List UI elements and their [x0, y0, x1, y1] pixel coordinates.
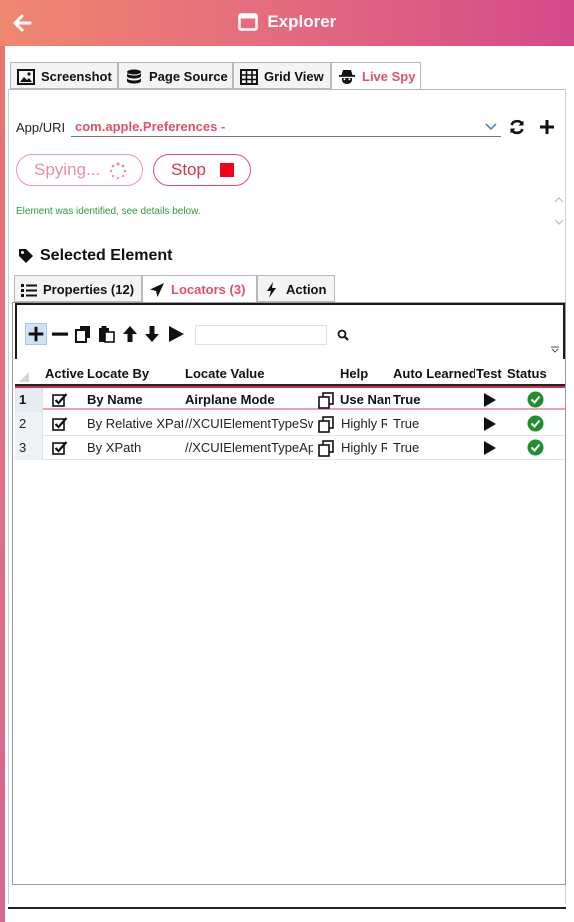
- app-uri-label: App/URI: [16, 120, 66, 135]
- paste-icon[interactable]: [97, 325, 115, 343]
- row-number: 1: [15, 388, 43, 412]
- scroll-down-icon[interactable]: [554, 218, 564, 226]
- tab-page-source-label: Page Source: [149, 69, 228, 85]
- help-cell: Highly Recommended: [341, 416, 387, 431]
- bottom-divider: [8, 907, 566, 909]
- row-number: 2: [15, 412, 43, 436]
- tab-page-source[interactable]: Page Source: [118, 62, 233, 89]
- table-row[interactable]: 2 By Relative XPath //XCUIElementTypeSwi…: [15, 412, 565, 436]
- tab-live-spy-label: Live Spy: [362, 69, 416, 85]
- remove-icon[interactable]: [51, 325, 69, 343]
- list-icon: [21, 283, 37, 297]
- image-icon: [17, 68, 35, 85]
- selected-element-label: Selected Element: [40, 247, 173, 264]
- locators-toolbar: [15, 303, 565, 359]
- table-row[interactable]: 3 By XPath //XCUIElementTypeApplication …: [15, 436, 565, 460]
- checkbox-checked-icon[interactable]: [52, 440, 68, 456]
- title-bar: Explorer: [0, 0, 574, 46]
- play-icon[interactable]: [483, 440, 497, 456]
- tab-locators-label: Locators (3): [171, 282, 246, 298]
- app-uri-value: com.apple.Preferences -: [75, 119, 226, 134]
- move-down-icon[interactable]: [143, 325, 161, 343]
- play-all-icon[interactable]: [167, 325, 185, 343]
- column-header-locate-value[interactable]: Locate Value: [185, 366, 305, 381]
- spying-label: Spying...: [34, 160, 101, 179]
- selected-element-title: Selected Element: [18, 247, 173, 265]
- add-icon[interactable]: [25, 323, 47, 345]
- spying-button: Spying...: [16, 154, 143, 186]
- copy-icon[interactable]: [317, 392, 335, 409]
- tab-live-spy[interactable]: Live Spy: [331, 62, 421, 90]
- tab-properties[interactable]: Properties (12): [14, 275, 142, 302]
- refresh-icon[interactable]: [508, 118, 526, 136]
- app-uri-select[interactable]: com.apple.Preferences -: [71, 117, 501, 137]
- tab-screenshot-label: Screenshot: [41, 69, 112, 85]
- checkbox-checked-icon[interactable]: [52, 416, 68, 432]
- locate-value-cell[interactable]: Airplane Mode: [185, 392, 313, 407]
- search-icon[interactable]: [337, 329, 349, 341]
- locate-by-cell[interactable]: By Relative XPath: [87, 416, 183, 431]
- auto-learned-cell: True: [393, 392, 421, 407]
- window-left-accent: [0, 0, 5, 922]
- location-arrow-icon: [150, 282, 164, 297]
- table-row[interactable]: 1 By Name Airplane Mode Use Name True: [15, 386, 565, 412]
- help-cell: Highly Recommended: [341, 440, 387, 455]
- copy-icon[interactable]: [317, 440, 335, 457]
- spy-icon: [339, 69, 355, 84]
- tab-properties-label: Properties (12): [43, 282, 135, 298]
- auto-learned-cell: True: [393, 416, 420, 431]
- window-icon: [237, 13, 258, 31]
- copy-icon[interactable]: [317, 416, 335, 433]
- play-icon[interactable]: [483, 416, 497, 432]
- column-header-help[interactable]: Help: [340, 366, 390, 381]
- tab-grid-view[interactable]: Grid View: [233, 62, 331, 89]
- database-icon: [127, 69, 141, 84]
- help-cell: Use Name: [340, 392, 390, 407]
- column-header-active[interactable]: Active: [45, 366, 89, 381]
- locate-value-cell[interactable]: //XCUIElementTypeSwitch: [185, 416, 313, 431]
- tab-screenshot[interactable]: Screenshot: [10, 62, 118, 89]
- row-number: 3: [15, 436, 43, 460]
- lightning-icon: [267, 281, 276, 298]
- move-up-icon[interactable]: [121, 325, 139, 343]
- chevron-down-icon: [485, 123, 497, 131]
- stop-button[interactable]: Stop: [153, 154, 251, 186]
- window-title: Explorer: [267, 12, 337, 31]
- plus-icon[interactable]: [538, 118, 556, 136]
- status-message: Element was identified, see details belo…: [16, 206, 201, 217]
- tab-locators[interactable]: Locators (3): [142, 275, 257, 303]
- tab-action[interactable]: Action: [257, 275, 335, 302]
- check-circle-icon: [527, 391, 544, 408]
- check-circle-icon: [527, 439, 544, 456]
- locators-grid: Active Locate By Locate Value Help Auto …: [15, 360, 565, 880]
- checkbox-checked-icon[interactable]: [52, 392, 68, 408]
- column-header-locate-by[interactable]: Locate By: [87, 366, 183, 381]
- column-header-auto-learned[interactable]: Auto Learned: [393, 366, 475, 381]
- stop-square-icon: [220, 163, 234, 177]
- copy-icon[interactable]: [74, 325, 92, 343]
- play-icon[interactable]: [483, 392, 497, 408]
- tab-action-label: Action: [286, 282, 327, 298]
- select-all-corner[interactable]: [19, 372, 29, 382]
- auto-learned-cell: True: [393, 440, 420, 455]
- grid-icon: [240, 68, 258, 85]
- column-header-test[interactable]: Test: [476, 366, 506, 381]
- locate-value-cell[interactable]: //XCUIElementTypeApplication: [185, 440, 313, 455]
- spinner-icon: [109, 162, 127, 180]
- overflow-icon[interactable]: [551, 345, 559, 353]
- stop-label: Stop: [171, 160, 206, 179]
- column-header-status[interactable]: Status: [507, 366, 563, 381]
- grid-header: Active Locate By Locate Value Help Auto …: [15, 360, 565, 386]
- locator-search-input[interactable]: [195, 325, 327, 345]
- check-circle-icon: [527, 415, 544, 432]
- tab-grid-view-label: Grid View: [264, 69, 324, 85]
- scroll-up-icon[interactable]: [554, 196, 564, 204]
- locate-by-cell[interactable]: By Name: [87, 392, 183, 407]
- locators-panel: Active Locate By Locate Value Help Auto …: [12, 302, 566, 885]
- tag-icon: [19, 249, 33, 263]
- locate-by-cell[interactable]: By XPath: [87, 440, 183, 455]
